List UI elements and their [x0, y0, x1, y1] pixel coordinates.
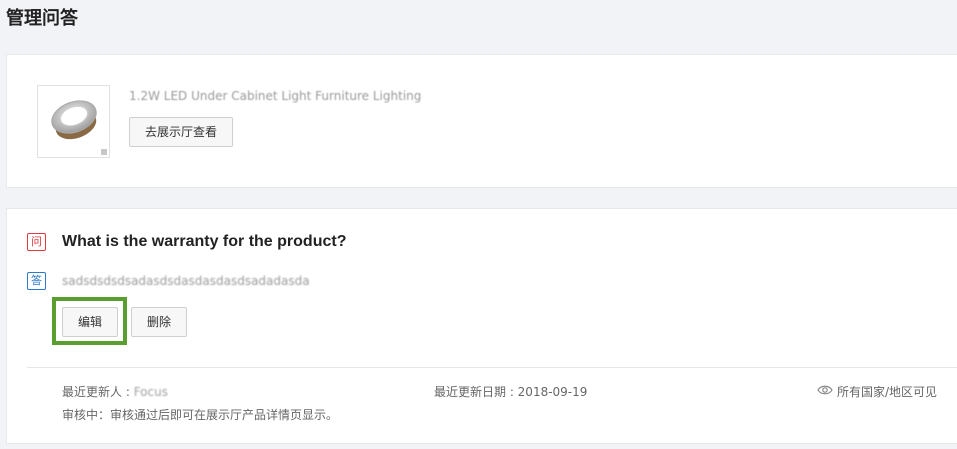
- thumbnail-corner-mark: [101, 149, 107, 155]
- question-text: What is the warranty for the product?: [62, 233, 347, 250]
- last-update-date: 最近更新日期 : 2018-09-19: [434, 385, 588, 399]
- answer-text: sadsdsdsdsadasdsdasdasdasdsadadasda: [62, 274, 310, 288]
- last-updater-label: 最近更新人 :: [62, 385, 134, 399]
- view-in-showroom-button[interactable]: 去展示厅查看: [129, 117, 233, 147]
- review-status: 审核中：审核通过后即可在展示厅产品详情页显示。: [62, 408, 339, 422]
- question-tag: 问: [27, 233, 46, 251]
- visibility-info: 所有国家/地区可见: [817, 384, 937, 400]
- last-updater-name: Focus: [133, 385, 168, 399]
- visibility-text: 所有国家/地区可见: [836, 385, 937, 399]
- divider: [27, 367, 957, 368]
- delete-button[interactable]: 删除: [131, 307, 187, 337]
- last-updater: 最近更新人 : Focus: [62, 384, 168, 400]
- qa-card: 问 What is the warranty for the product? …: [6, 208, 957, 444]
- page-title: 管理问答: [6, 8, 78, 29]
- product-thumbnail[interactable]: [37, 85, 110, 158]
- product-name[interactable]: 1.2W LED Under Cabinet Light Furniture L…: [129, 88, 421, 104]
- product-card: 1.2W LED Under Cabinet Light Furniture L…: [6, 54, 957, 188]
- answer-tag: 答: [27, 272, 46, 290]
- edit-button[interactable]: 编辑: [62, 307, 118, 337]
- eye-icon: [817, 384, 833, 400]
